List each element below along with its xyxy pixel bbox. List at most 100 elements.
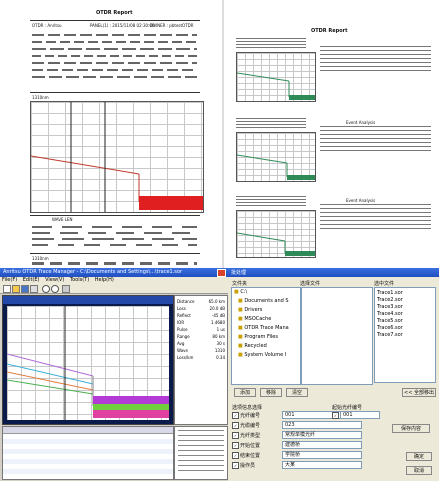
tree-item[interactable]: ■ MSOCache [232,315,300,324]
param-label: Loss [177,306,186,311]
print-icon[interactable] [30,285,38,293]
menu-tools[interactable]: Tools(T) [70,277,89,283]
table2-wave: 1310nm [32,256,49,261]
report-meta-3: OWNER : pbtestOTDR [150,23,194,28]
zoom-out-icon[interactable] [51,285,59,293]
trace-header [3,296,173,304]
menu-edit[interactable]: Edit(E) [23,277,40,283]
cable-no-field[interactable]: 023 [282,421,362,429]
fiber-no-checkbox[interactable]: ✓ [232,412,239,419]
selected-file-item[interactable]: Trace6.sor [377,325,433,332]
divider [30,92,200,93]
trace-graph [236,210,316,258]
selected-file-item[interactable]: Trace5.sor [377,318,433,325]
start-pos-field[interactable]: 建德桥 [282,441,362,449]
operator-checkbox[interactable]: ✓ [232,462,239,469]
remove-all-button[interactable]: << 全部移出 [402,388,436,397]
selected-file-item[interactable]: Trace3.sor [377,304,433,311]
divider [30,215,200,216]
tree-item[interactable]: ■ Recycled [232,342,300,351]
tree-item[interactable]: ■ C:\ [232,288,300,297]
table-title: WAVE LEN [52,217,73,222]
option-label: 光缆编号 [240,423,261,429]
trace-graph [7,306,169,420]
add-button[interactable]: 添加 [234,388,256,397]
menu-file[interactable]: File(F) [2,277,17,283]
cancel-button[interactable]: 取消 [406,466,432,475]
trace-graph [30,101,204,213]
fiber-type-checkbox[interactable]: ✓ [232,432,239,439]
ok-button[interactable]: 确定 [406,452,432,461]
event-table [320,46,431,72]
select-file-label: 选择文件 [300,281,321,287]
close-icon[interactable] [217,269,226,277]
param-label: Pulse [177,327,188,332]
fiber-type-select[interactable]: 常规单模光纤 [282,431,362,439]
save-icon[interactable] [21,285,29,293]
report-meta-2: PANEL(1) : 2015/11/08 02:30:00 [90,23,155,28]
menu-view[interactable]: View(V) [45,277,64,283]
trace-block-1 [236,38,431,108]
option-label: 开始位置 [240,443,261,449]
divider [30,253,200,254]
param-label: Avg [177,341,185,346]
folder-tree[interactable]: ■ C:\ ■ Documents and S ■ Drivers ■ MSOC… [231,287,301,385]
operator-field[interactable]: 大某 [282,461,362,469]
options-group-label: 选项信息选择 [232,405,263,411]
window-titlebar[interactable]: Anritsu OTDR Trace Manager - C:\Document… [0,268,228,277]
end-pos-checkbox[interactable]: ✓ [232,452,239,459]
clear-button[interactable]: 清空 [286,388,308,397]
param-value: 0.34 [216,355,225,360]
summary-panel [174,426,228,480]
folder-icon: ■ [238,316,243,322]
open-icon[interactable] [12,285,20,293]
start-pos-checkbox[interactable]: ✓ [232,442,239,449]
parameter-panel: Distance Loss Reflect IOR Pulse Range Av… [174,295,228,425]
toolbar [0,284,228,294]
end-pos-field[interactable]: 学院桥 [282,451,362,459]
folder-icon: ■ [238,307,243,313]
tree-item[interactable]: ■ Drivers [232,306,300,315]
trace-graph [236,52,316,102]
remove-button[interactable]: 移除 [260,388,282,397]
start-number-field[interactable]: 001 [340,411,380,419]
event-table [320,126,431,152]
param-label: Loss/km [177,355,194,360]
save-content-button[interactable]: 保存内容 [392,424,430,433]
folder-icon: ■ [234,289,239,295]
table2-row [32,262,197,265]
param-label: Reflect [177,313,191,318]
divider [30,20,200,21]
trace-wavelength: 1310nm [32,95,49,100]
cable-no-checkbox[interactable]: ✓ [232,422,239,429]
tree-item[interactable]: ■ System Volume I [232,351,300,360]
start-number-checkbox[interactable]: ✓ [332,412,339,419]
selected-file-item[interactable]: Trace7.sor [377,332,433,339]
selected-file-item[interactable]: Trace1.sor [377,290,433,297]
dialog-title: 批处理 [231,270,247,276]
param-value: -45 dB [211,313,225,318]
selected-file-item[interactable]: Trace4.sor [377,311,433,318]
report-info-block [32,30,197,90]
selected-file-list[interactable]: Trace1.sor Trace2.sor Trace3.sor Trace4.… [374,287,436,383]
multi-trace-report-page: OTDR Report Event Analysis Event Analysi… [226,0,439,268]
file-list[interactable] [301,287,373,385]
window-title: Anritsu OTDR Trace Manager - C:\Document… [3,269,183,275]
new-icon[interactable] [3,285,11,293]
marker-icon[interactable] [62,285,70,293]
tree-item[interactable]: ■ OTDR Trace Mana [232,324,300,333]
param-value: 65.0 km [208,299,225,304]
event-table [320,204,431,230]
folder-icon: ■ [238,334,243,340]
dialog-titlebar[interactable]: 批处理 [228,268,439,277]
tree-item[interactable]: ■ Program Files [232,333,300,342]
zoom-in-icon[interactable] [42,285,50,293]
option-label: 光纤类型 [240,433,261,439]
selected-file-item[interactable]: Trace2.sor [377,297,433,304]
param-value: 20.0 dB [209,306,225,311]
tree-item[interactable]: ■ Documents and S [232,297,300,306]
option-label: 光纤编号 [240,413,261,419]
menu-help[interactable]: Help(H) [95,277,114,283]
trace-view[interactable] [2,295,174,425]
param-label: Range [177,334,190,339]
